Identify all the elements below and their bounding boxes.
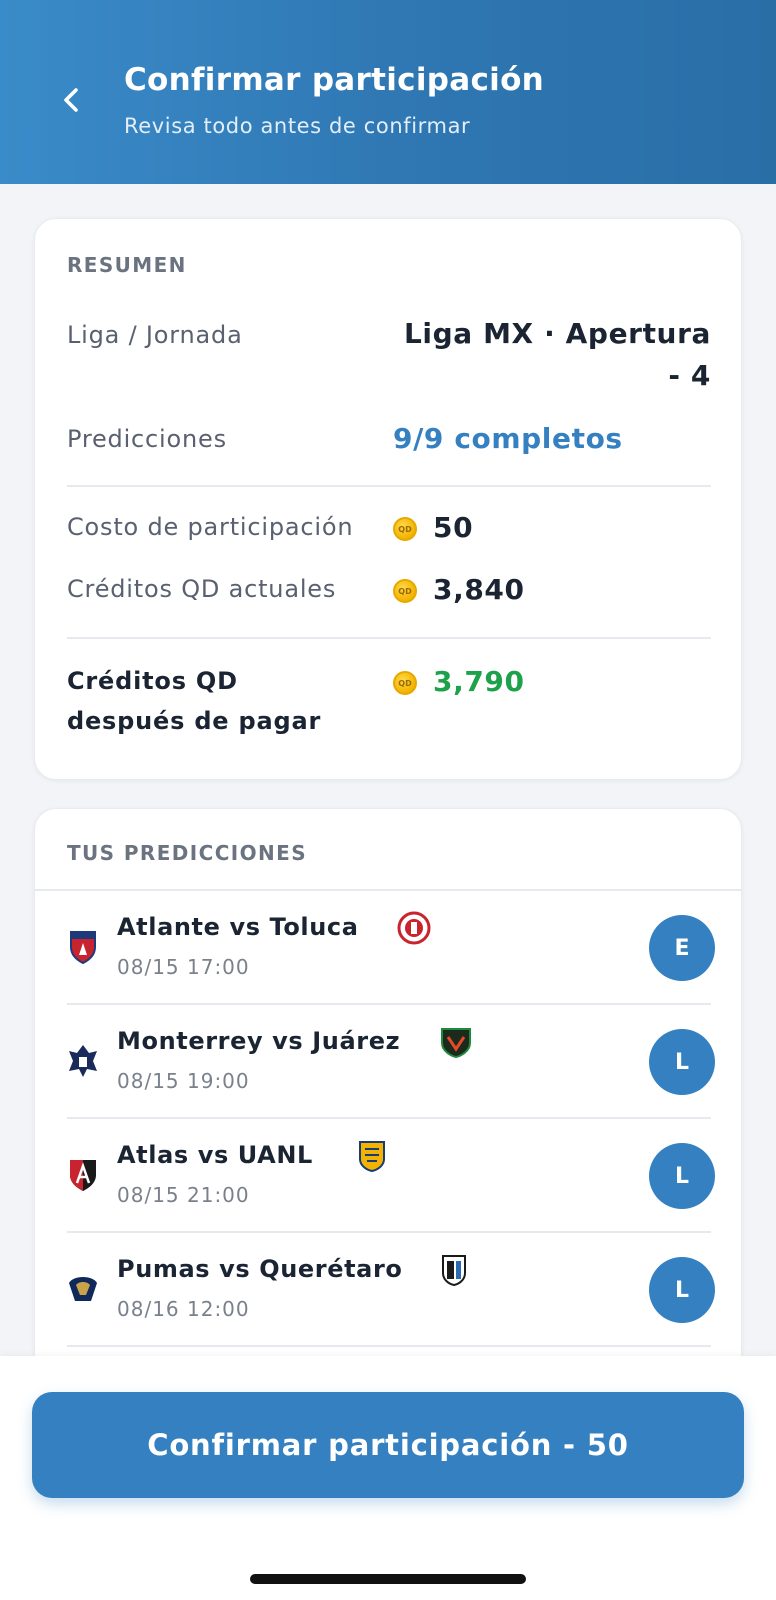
- tigres-crest-icon: [359, 1141, 385, 1173]
- match-time: 08/15 21:00: [117, 1183, 250, 1207]
- league-value-line2: - 4: [668, 359, 711, 392]
- predictions-card: TUS PREDICCIONES Atlante vs Toluca 08/15…: [34, 808, 742, 1428]
- prediction-row-pumas-queretaro[interactable]: Pumas vs Querétaro 08/16 12:00 L: [35, 1233, 741, 1347]
- atlas-crest-icon: [70, 1160, 96, 1191]
- summary-card: RESUMEN Liga / Jornada Liga MX · Apertur…: [34, 218, 742, 780]
- footer-bar: Confirmar participación - 50: [0, 1356, 776, 1600]
- queretaro-crest-icon: [442, 1255, 466, 1287]
- page-title: Confirmar participación: [124, 62, 545, 98]
- match-title: Monterrey vs Juárez: [117, 1027, 401, 1055]
- qd-coin-icon: QD: [393, 671, 417, 695]
- after-credits-label-line1: Créditos QD: [67, 667, 238, 695]
- prediction-pick-badge[interactable]: L: [649, 1143, 715, 1209]
- after-credits-label-line2: después de pagar: [67, 707, 322, 735]
- atlante-crest-icon: [70, 931, 96, 965]
- match-title: Atlante vs Toluca: [117, 913, 359, 941]
- monterrey-crest-icon: [69, 1045, 97, 1077]
- match-time: 08/15 17:00: [117, 955, 250, 979]
- cost-label: Costo de participación: [67, 513, 354, 541]
- back-button[interactable]: [48, 76, 96, 124]
- prediction-pick-badge[interactable]: L: [649, 1257, 715, 1323]
- pumas-crest-icon: [69, 1277, 97, 1301]
- qd-coin-icon: QD: [393, 517, 417, 541]
- prediction-row-monterrey-juarez[interactable]: Monterrey vs Juárez 08/15 19:00 L: [35, 1005, 741, 1119]
- home-indicator[interactable]: [250, 1574, 526, 1584]
- summary-section-label: RESUMEN: [67, 253, 187, 277]
- prediction-row-atlante-toluca[interactable]: Atlante vs Toluca 08/15 17:00 E: [35, 891, 741, 1005]
- app-header: Confirmar participación Revisa todo ante…: [0, 0, 776, 184]
- current-credits-label: Créditos QD actuales: [67, 575, 337, 603]
- divider: [67, 485, 711, 487]
- chevron-left-icon: [64, 88, 78, 112]
- prediction-row-atlas-uanl[interactable]: Atlas vs UANL 08/15 21:00 L: [35, 1119, 741, 1233]
- league-value-line1: Liga MX · Apertura: [403, 317, 711, 350]
- match-title: Atlas vs UANL: [117, 1141, 313, 1169]
- qd-coin-icon: QD: [393, 579, 417, 603]
- predictions-count: 9/9 completos: [393, 422, 623, 455]
- divider: [67, 1345, 711, 1347]
- match-time: 08/16 12:00: [117, 1297, 250, 1321]
- league-label: Liga / Jornada: [67, 321, 243, 349]
- prediction-pick-badge[interactable]: L: [649, 1029, 715, 1095]
- predictions-label: Predicciones: [67, 425, 227, 453]
- confirm-participation-button[interactable]: Confirmar participación - 50: [32, 1392, 744, 1498]
- current-credits-value: 3,840: [433, 573, 525, 606]
- match-time: 08/15 19:00: [117, 1069, 250, 1093]
- cost-value: 50: [433, 511, 474, 544]
- toluca-crest-icon: [397, 911, 431, 945]
- match-title: Pumas vs Querétaro: [117, 1255, 403, 1283]
- predictions-section-label: TUS PREDICCIONES: [67, 841, 308, 865]
- divider: [67, 637, 711, 639]
- prediction-pick-badge[interactable]: E: [649, 915, 715, 981]
- after-credits-value: 3,790: [433, 665, 525, 698]
- juarez-crest-icon: [441, 1028, 471, 1059]
- page-subtitle: Revisa todo antes de confirmar: [124, 114, 471, 138]
